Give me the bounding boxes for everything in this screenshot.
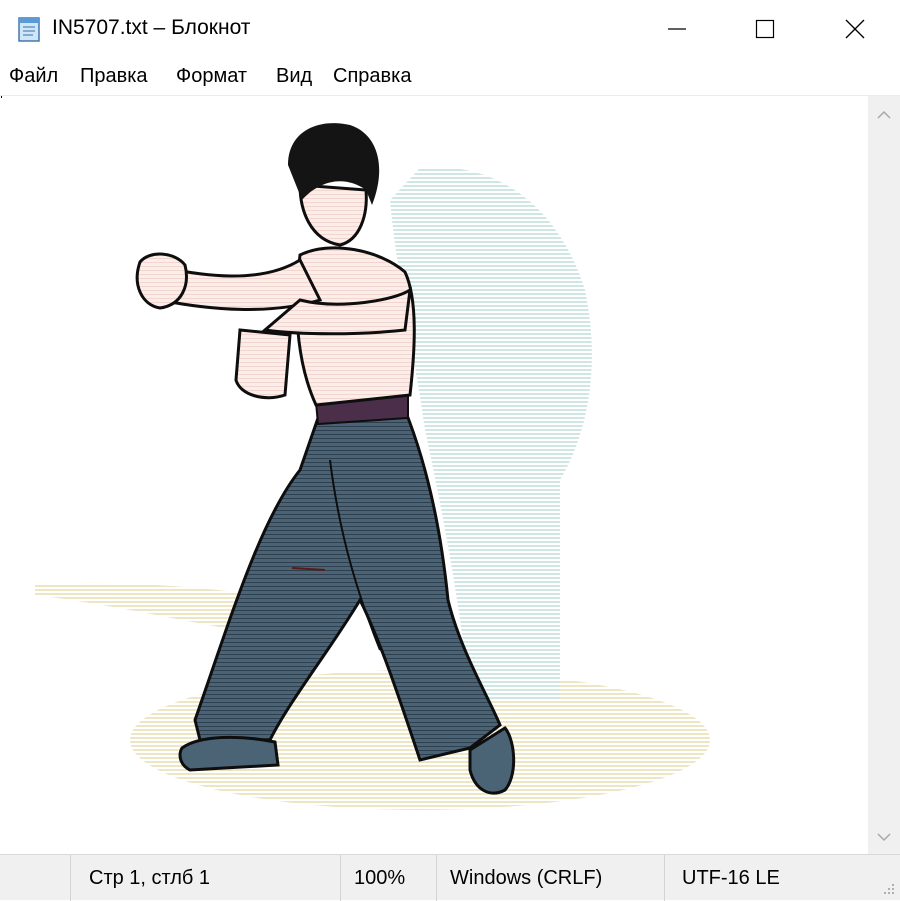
line-endings: Windows (CRLF) (450, 867, 603, 889)
open-hand (234, 328, 292, 400)
close-button[interactable] (810, 0, 900, 58)
close-icon (845, 19, 865, 39)
left-foot (178, 735, 280, 772)
status-separator (436, 855, 437, 901)
title-bar[interactable]: IN5707.txt – Блокнот (0, 0, 900, 58)
status-bar: Стр 1, стлб 1 100% Windows (CRLF) UTF-16… (0, 854, 900, 901)
fist (135, 252, 188, 310)
notepad-icon (18, 17, 40, 42)
menu-item-file[interactable]: Файл (9, 65, 58, 88)
cursor-position: Стр 1, стлб 1 (89, 867, 211, 889)
maximize-icon (755, 19, 775, 39)
face (298, 183, 368, 247)
window-title: IN5707.txt – Блокнот (52, 16, 251, 39)
menu-bar: Файл Правка Формат Вид Справка (0, 58, 900, 96)
text-caret (1, 96, 2, 98)
menu-item-help[interactable]: Справка (333, 65, 411, 88)
maximize-button[interactable] (720, 0, 810, 58)
zoom-level: 100% (354, 867, 406, 889)
resize-grip-icon[interactable] (880, 880, 896, 896)
menu-item-edit[interactable]: Правка (80, 65, 148, 88)
text-editor-area[interactable] (0, 96, 868, 854)
status-separator (664, 855, 665, 901)
encoding: UTF-16 LE (682, 867, 780, 889)
status-separator (70, 855, 71, 901)
menu-item-format[interactable]: Формат (176, 65, 247, 88)
vertical-scrollbar[interactable] (868, 96, 900, 854)
minimize-icon (668, 28, 686, 30)
menu-item-view[interactable]: Вид (276, 65, 312, 88)
ascii-art-illustration (35, 123, 710, 810)
minimize-button[interactable] (632, 0, 722, 58)
status-separator (340, 855, 341, 901)
scroll-down-icon[interactable] (877, 832, 891, 842)
scroll-up-icon[interactable] (877, 110, 891, 120)
